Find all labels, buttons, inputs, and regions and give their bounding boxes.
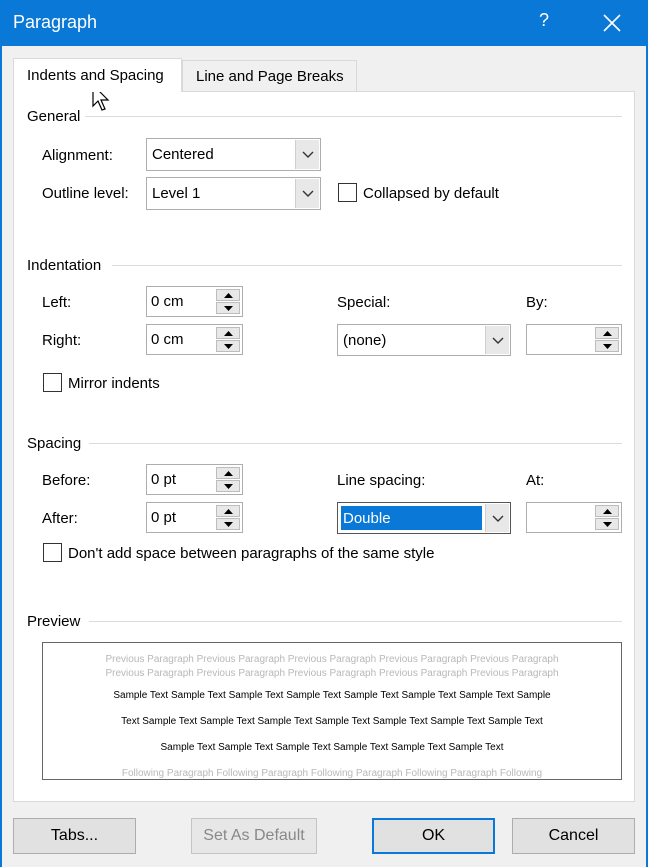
section-title-preview: Preview <box>27 613 81 630</box>
at-spinner[interactable] <box>526 502 622 533</box>
help-button[interactable]: ? <box>534 10 554 31</box>
preview-sample-line: Text Sample Text Sample Text Sample Text… <box>121 716 543 727</box>
triangle-down-icon <box>603 344 612 349</box>
window-title: Paragraph <box>13 12 98 32</box>
mirror-indents-checkbox[interactable] <box>43 373 62 392</box>
triangle-down-icon <box>603 522 612 527</box>
collapsed-by-default-checkbox[interactable] <box>338 183 357 202</box>
left-indent-value: 0 cm <box>151 293 184 310</box>
tab-indents-and-spacing[interactable]: Indents and Spacing <box>13 58 182 92</box>
dropdown-button[interactable] <box>295 179 319 208</box>
spacing-before-value: 0 pt <box>151 471 177 488</box>
outline-level-label: Outline level: <box>42 185 129 202</box>
decrement-button[interactable] <box>216 518 240 530</box>
close-button[interactable] <box>598 9 626 37</box>
before-label: Before: <box>42 472 91 489</box>
right-indent-spinner[interactable]: 0 cm <box>146 324 243 355</box>
special-select[interactable]: (none) <box>337 324 511 356</box>
dont-add-space-checkbox[interactable] <box>43 543 62 562</box>
divider <box>89 621 622 622</box>
section-title-general: General <box>27 108 81 125</box>
increment-button[interactable] <box>216 289 240 301</box>
tabs-button[interactable]: Tabs... <box>13 818 136 854</box>
triangle-up-icon <box>224 509 233 514</box>
line-spacing-label: Line spacing: <box>337 472 426 489</box>
triangle-down-icon <box>224 344 233 349</box>
right-indent-label: Right: <box>42 332 82 349</box>
section-title-spacing: Spacing <box>27 435 82 452</box>
section-title-indentation: Indentation <box>27 257 102 274</box>
spacing-before-spinner[interactable]: 0 pt <box>146 464 243 495</box>
preview-previous-line: Previous Paragraph Previous Paragraph Pr… <box>105 654 559 665</box>
spacing-after-spinner[interactable]: 0 pt <box>146 502 243 533</box>
divider <box>85 116 622 117</box>
triangle-up-icon <box>603 331 612 336</box>
chevron-down-icon <box>492 337 504 344</box>
outline-level-value: Level 1 <box>152 185 201 202</box>
line-spacing-select[interactable]: Double <box>337 502 511 534</box>
increment-button[interactable] <box>595 327 619 339</box>
special-value: (none) <box>343 332 387 349</box>
cancel-button[interactable]: Cancel <box>512 818 635 854</box>
triangle-down-icon <box>224 484 233 489</box>
after-label: After: <box>42 510 78 527</box>
preview-sample-line: Sample Text Sample Text Sample Text Samp… <box>160 742 504 753</box>
dropdown-button[interactable] <box>485 504 509 532</box>
chevron-down-icon <box>302 190 314 197</box>
dropdown-button[interactable] <box>485 326 509 354</box>
triangle-down-icon <box>224 306 233 311</box>
increment-button[interactable] <box>216 467 240 479</box>
decrement-button[interactable] <box>595 340 619 352</box>
increment-button[interactable] <box>216 505 240 517</box>
left-indent-spinner[interactable]: 0 cm <box>146 286 243 317</box>
spacing-after-value: 0 pt <box>151 509 177 526</box>
right-indent-value: 0 cm <box>151 331 184 348</box>
outline-level-select[interactable]: Level 1 <box>146 177 321 210</box>
tab-label: Line and Page Breaks <box>196 68 344 85</box>
divider <box>89 443 622 444</box>
decrement-button[interactable] <box>595 518 619 530</box>
window-border-left <box>0 46 2 867</box>
ok-button[interactable]: OK <box>372 818 495 854</box>
triangle-up-icon <box>224 331 233 336</box>
collapsed-by-default-label: Collapsed by default <box>363 185 499 202</box>
by-label: By: <box>526 294 548 311</box>
at-label: At: <box>526 472 545 489</box>
set-as-default-button[interactable]: Set As Default <box>191 818 317 854</box>
alignment-value: Centered <box>152 146 214 163</box>
chevron-down-icon <box>302 151 314 158</box>
by-spinner[interactable] <box>526 324 622 355</box>
alignment-label: Alignment: <box>42 147 113 164</box>
increment-button[interactable] <box>216 327 240 339</box>
tab-line-and-page-breaks[interactable]: Line and Page Breaks <box>182 60 357 92</box>
triangle-up-icon <box>603 509 612 514</box>
dont-add-space-label: Don't add space between paragraphs of th… <box>68 545 435 562</box>
divider <box>112 265 622 266</box>
alignment-select[interactable]: Centered <box>146 138 321 171</box>
decrement-button[interactable] <box>216 480 240 492</box>
line-spacing-value: Double <box>341 506 482 530</box>
preview-sample-line: Sample Text Sample Text Sample Text Samp… <box>113 690 551 701</box>
special-label: Special: <box>337 294 391 311</box>
increment-button[interactable] <box>595 505 619 517</box>
preview-box: Previous Paragraph Previous Paragraph Pr… <box>42 642 622 780</box>
triangle-down-icon <box>224 522 233 527</box>
title-bar: Paragraph ? <box>0 0 648 46</box>
decrement-button[interactable] <box>216 302 240 314</box>
decrement-button[interactable] <box>216 340 240 352</box>
left-indent-label: Left: <box>42 294 72 311</box>
close-icon <box>603 14 621 32</box>
preview-previous-line: Previous Paragraph Previous Paragraph Pr… <box>105 668 559 679</box>
mirror-indents-label: Mirror indents <box>68 375 160 392</box>
preview-following-line: Following Paragraph Following Paragraph … <box>121 768 543 779</box>
tab-label: Indents and Spacing <box>27 67 164 84</box>
dropdown-button[interactable] <box>295 140 319 169</box>
triangle-up-icon <box>224 471 233 476</box>
triangle-up-icon <box>224 293 233 298</box>
chevron-down-icon <box>492 515 504 522</box>
